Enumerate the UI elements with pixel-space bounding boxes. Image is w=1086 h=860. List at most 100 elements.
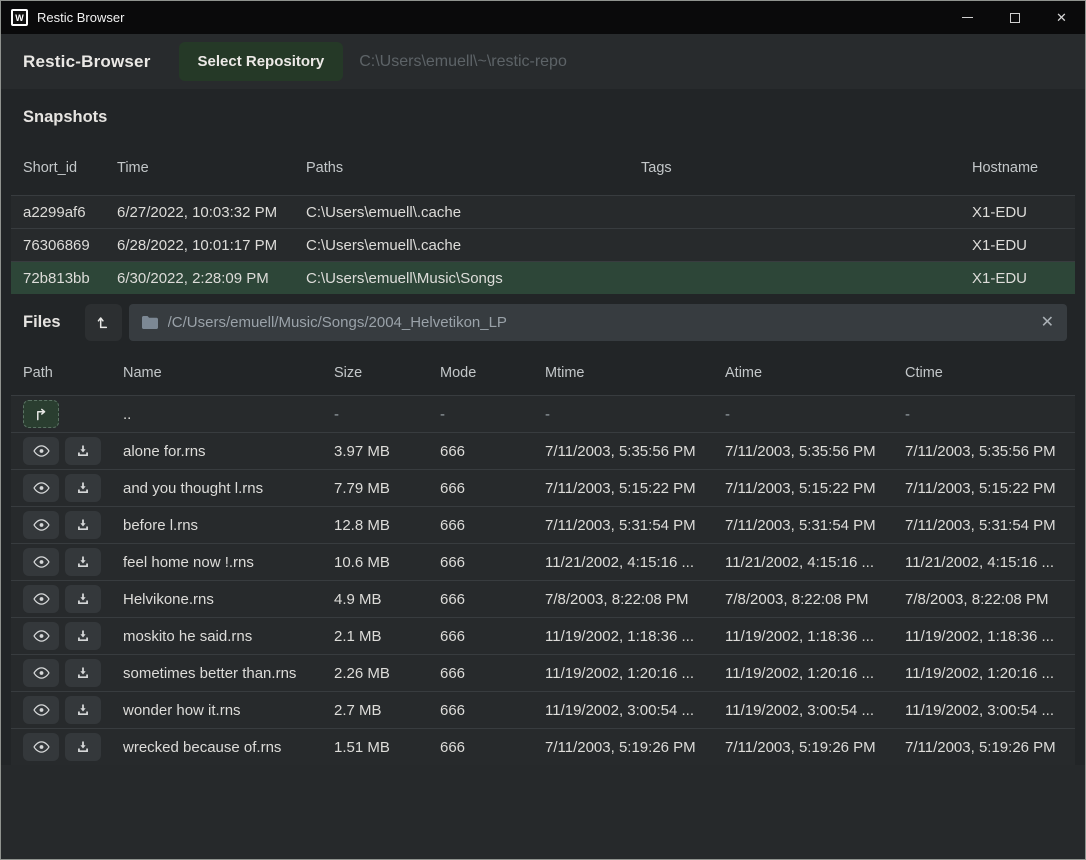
download-file-button[interactable]: [65, 733, 101, 761]
file-ctime: 7/8/2003, 8:22:08 PM: [893, 591, 1075, 608]
download-file-button[interactable]: [65, 696, 101, 724]
file-atime: 11/21/2002, 4:15:16 ...: [713, 554, 893, 571]
file-mtime: 11/19/2002, 1:18:36 ...: [533, 628, 713, 645]
snapshot-row[interactable]: a2299af66/27/2022, 10:03:32 PMC:\Users\e…: [11, 195, 1075, 228]
column-header-ctime: Ctime: [893, 365, 1075, 381]
preview-file-button[interactable]: [23, 733, 59, 761]
parent-dir-icon: [34, 408, 49, 421]
snapshots-table: Short_id Time Paths Tags Hostname a2299a…: [1, 146, 1085, 294]
titlebar: W Restic Browser ✕: [1, 1, 1085, 34]
download-icon: [76, 592, 90, 606]
file-row: feel home now !.rns10.6 MB66611/21/2002,…: [11, 543, 1075, 580]
download-icon: [76, 703, 90, 717]
files-table: Path Name Size Mode Mtime Atime Ctime ..…: [1, 351, 1085, 765]
file-ctime: 7/11/2003, 5:19:26 PM: [893, 739, 1075, 756]
snapshot-paths: C:\Users\emuell\Music\Songs: [294, 270, 629, 287]
download-file-button[interactable]: [65, 659, 101, 687]
app-window: W Restic Browser ✕ Restic-Browser Select…: [0, 0, 1086, 860]
file-atime: 7/11/2003, 5:35:56 PM: [713, 443, 893, 460]
file-row: and you thought l.rns7.79 MB6667/11/2003…: [11, 469, 1075, 506]
file-ctime: -: [893, 406, 1075, 423]
download-icon: [76, 518, 90, 532]
file-mode: 666: [428, 480, 533, 497]
close-button[interactable]: ✕: [1038, 1, 1085, 34]
maximize-icon: [1010, 13, 1020, 23]
go-to-root-button[interactable]: [85, 304, 122, 341]
up-to-root-icon: [96, 315, 111, 330]
download-file-button[interactable]: [65, 474, 101, 502]
file-size: 7.79 MB: [322, 480, 428, 497]
file-size: 1.51 MB: [322, 739, 428, 756]
file-mode: -: [428, 406, 533, 423]
select-repository-button[interactable]: Select Repository: [179, 42, 344, 81]
clear-path-button[interactable]: ✕: [1041, 315, 1054, 331]
file-mtime: 7/11/2003, 5:15:22 PM: [533, 480, 713, 497]
download-icon: [76, 740, 90, 754]
maximize-button[interactable]: [991, 1, 1038, 34]
file-name: sometimes better than.rns: [111, 665, 322, 682]
file-size: 4.9 MB: [322, 591, 428, 608]
preview-file-button[interactable]: [23, 437, 59, 465]
file-atime: 11/19/2002, 3:00:54 ...: [713, 702, 893, 719]
snapshot-row[interactable]: 72b813bb6/30/2022, 2:28:09 PMC:\Users\em…: [11, 261, 1075, 294]
parent-dir-button[interactable]: [23, 400, 59, 428]
file-ctime: 7/11/2003, 5:35:56 PM: [893, 443, 1075, 460]
file-ctime: 11/19/2002, 1:18:36 ...: [893, 628, 1075, 645]
file-name: before l.rns: [111, 517, 322, 534]
preview-file-button[interactable]: [23, 659, 59, 687]
column-header-time: Time: [105, 160, 294, 176]
file-row: before l.rns12.8 MB6667/11/2003, 5:31:54…: [11, 506, 1075, 543]
snapshots-section-header: Snapshots: [1, 89, 1085, 146]
repository-path: C:\Users\emuell\~\restic-repo: [359, 53, 567, 71]
download-file-button[interactable]: [65, 511, 101, 539]
file-actions: [11, 511, 111, 539]
download-file-button[interactable]: [65, 585, 101, 613]
snapshot-time: 6/28/2022, 10:01:17 PM: [105, 237, 294, 254]
download-file-button[interactable]: [65, 437, 101, 465]
file-name: ..: [111, 406, 322, 423]
file-row: Helvikone.rns4.9 MB666 7/8/2003, 8:22:08 …: [11, 580, 1075, 617]
file-mtime: 7/11/2003, 5:35:56 PM: [533, 443, 713, 460]
files-heading: Files: [23, 313, 61, 332]
file-name: Helvikone.rns: [111, 591, 322, 608]
download-file-button[interactable]: [65, 622, 101, 650]
file-row: sometimes better than.rns2.26 MB66611/19…: [11, 654, 1075, 691]
eye-icon: [33, 592, 50, 606]
titlebar-left: W Restic Browser: [1, 9, 944, 26]
download-file-button[interactable]: [65, 548, 101, 576]
file-actions: [11, 659, 111, 687]
file-mode: 666: [428, 591, 533, 608]
file-row: alone for.rns3.97 MB6667/11/2003, 5:35:5…: [11, 432, 1075, 469]
current-path-input[interactable]: /C/Users/emuell/Music/Songs/2004_Helveti…: [129, 304, 1067, 341]
file-atime: 7/8/2003, 8:22:08 PM: [713, 591, 893, 608]
file-mtime: 7/11/2003, 5:19:26 PM: [533, 739, 713, 756]
preview-file-button[interactable]: [23, 474, 59, 502]
file-mode: 666: [428, 702, 533, 719]
minimize-button[interactable]: [944, 1, 991, 34]
file-row: wrecked because of.rns1.51 MB6667/11/200…: [11, 728, 1075, 765]
file-atime: -: [713, 406, 893, 423]
column-header-atime: Atime: [713, 365, 893, 381]
file-actions: [11, 585, 111, 613]
snapshot-hostname: X1-EDU: [960, 204, 1075, 221]
snapshot-hostname: X1-EDU: [960, 237, 1075, 254]
eye-icon: [33, 740, 50, 754]
preview-file-button[interactable]: [23, 548, 59, 576]
eye-icon: [33, 666, 50, 680]
file-mode: 666: [428, 443, 533, 460]
snapshot-row[interactable]: 763068696/28/2022, 10:01:17 PMC:\Users\e…: [11, 228, 1075, 261]
file-actions: [11, 474, 111, 502]
preview-file-button[interactable]: [23, 696, 59, 724]
preview-file-button[interactable]: [23, 622, 59, 650]
file-ctime: 7/11/2003, 5:31:54 PM: [893, 517, 1075, 534]
preview-file-button[interactable]: [23, 585, 59, 613]
preview-file-button[interactable]: [23, 511, 59, 539]
snapshot-time: 6/30/2022, 2:28:09 PM: [105, 270, 294, 287]
file-size: 2.7 MB: [322, 702, 428, 719]
file-actions: [11, 696, 111, 724]
current-path-value: /C/Users/emuell/Music/Songs/2004_Helveti…: [168, 314, 1031, 331]
column-header-mode: Mode: [428, 365, 533, 381]
empty-area: [1, 765, 1085, 859]
toolbar: Restic-Browser Select Repository C:\User…: [1, 34, 1085, 89]
download-icon: [76, 666, 90, 680]
